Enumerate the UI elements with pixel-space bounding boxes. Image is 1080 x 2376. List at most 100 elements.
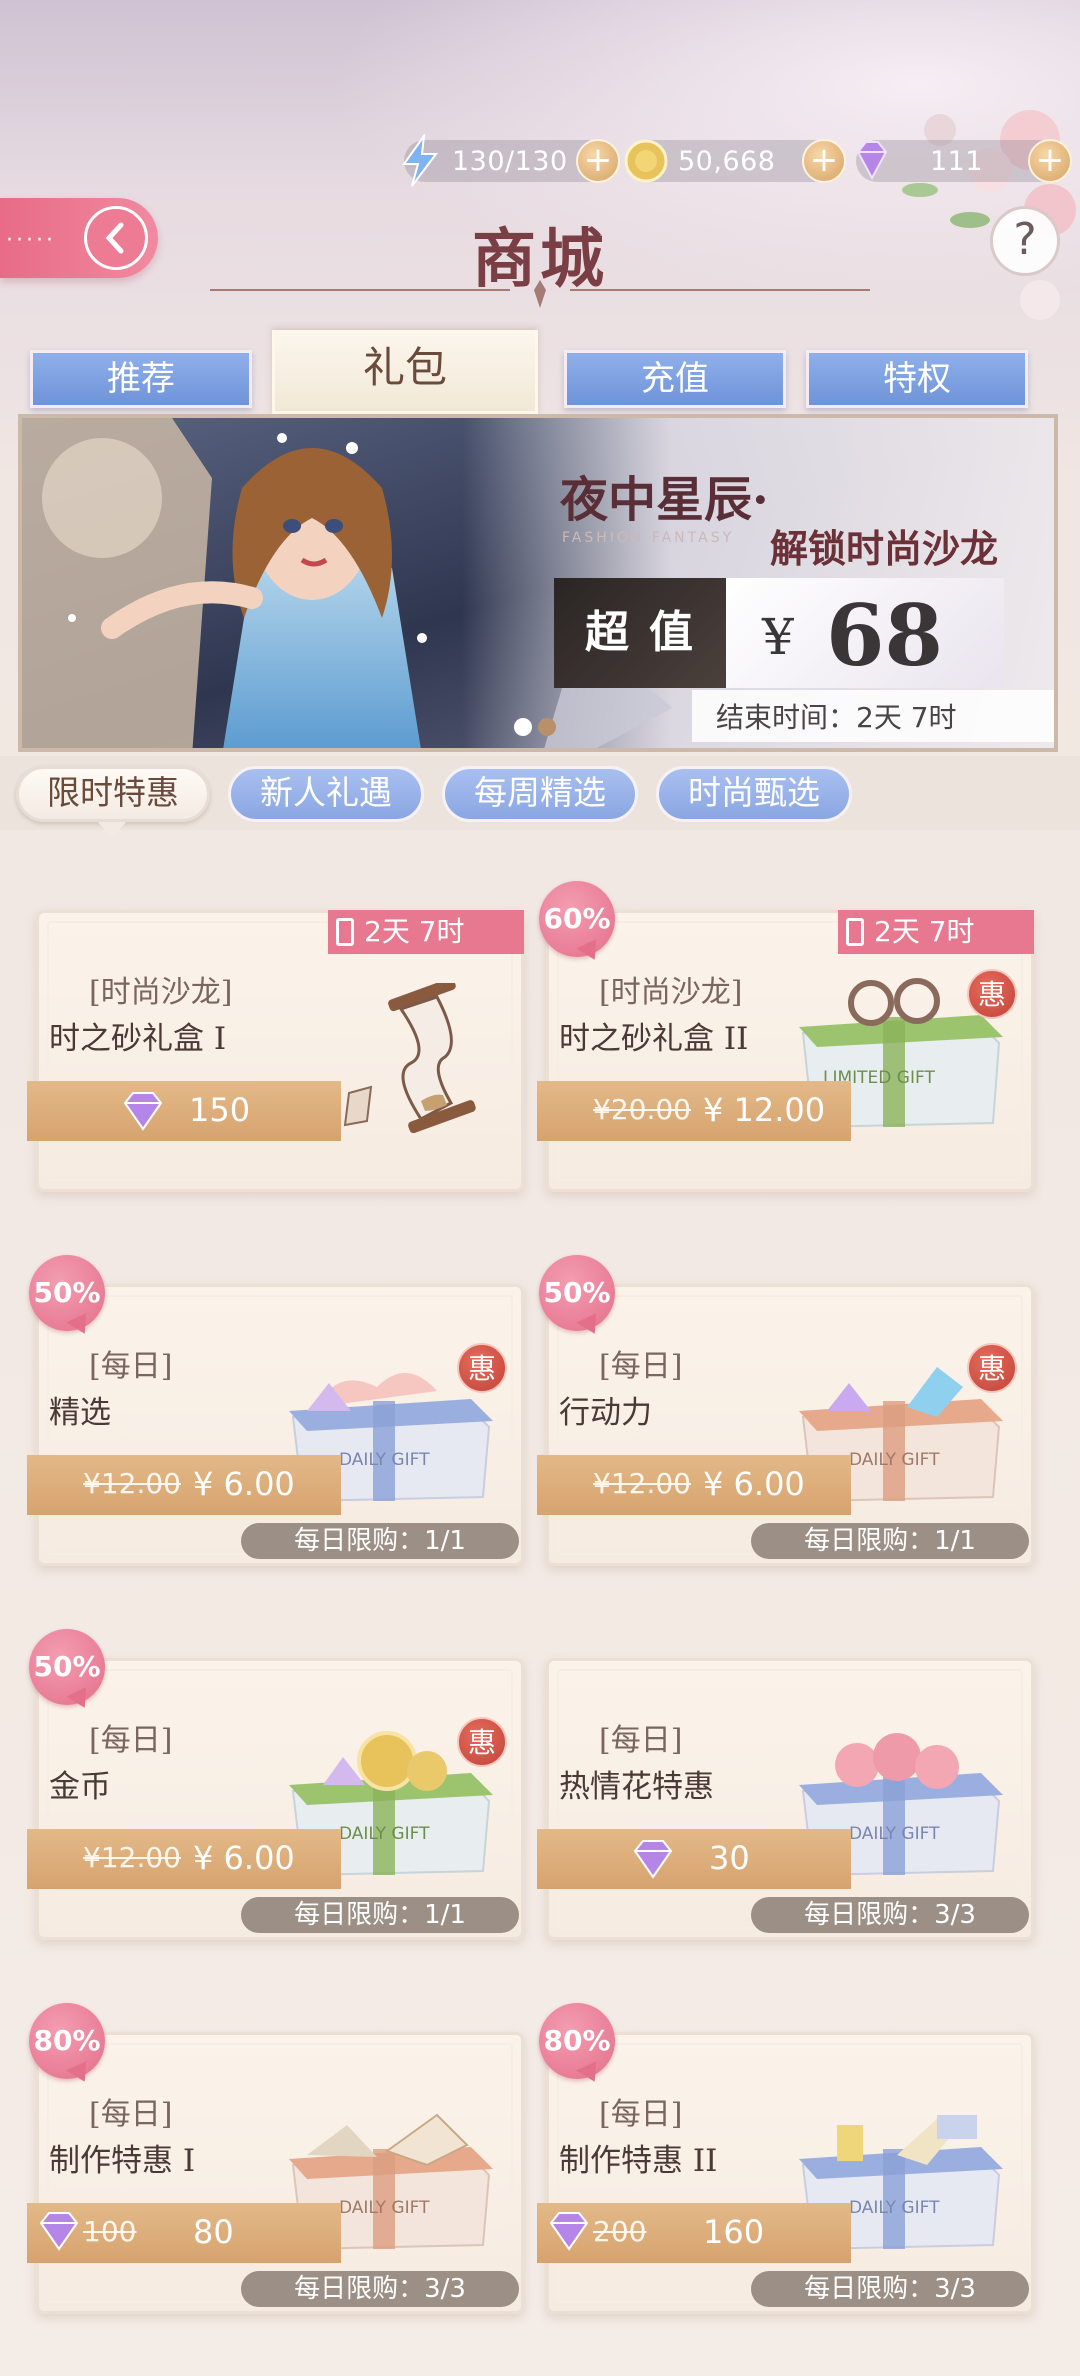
coin-value: 50,668 (678, 146, 776, 177)
lightning-icon (402, 134, 438, 187)
tab-recharge[interactable]: 充值 (564, 350, 786, 408)
gift-label: DAILY GIFT (849, 1450, 940, 1470)
purchase-limit: 每日限购：1/1 (241, 1523, 519, 1559)
card-name: 精选 (49, 1395, 111, 1431)
page-dot-active[interactable] (514, 718, 532, 736)
energy-counter: 130/130 + (402, 134, 620, 187)
buy-button[interactable]: 200 160 (537, 2203, 851, 2263)
original-price: ¥12.00 (83, 1841, 181, 1874)
diamond-value: 111 (930, 146, 984, 177)
deal-badge: 惠 (457, 1717, 507, 1767)
title-underline-decoration (210, 280, 870, 308)
gift-card[interactable]: 60% 2天 7时 [时尚沙龙] 时之砂礼盒 II LIMITED GIFT 惠… (537, 881, 1034, 1192)
gift-card[interactable]: 50% [每日] 行动力 DAILY GIFT 惠 ¥12.00 ¥ 6.00 … (537, 1255, 1034, 1566)
buy-button[interactable]: ¥20.00 ¥ 12.00 (537, 1081, 851, 1141)
subtab-limited-offer[interactable]: 限时特惠 (16, 766, 210, 822)
card-category: [时尚沙龙] (89, 975, 233, 1010)
diamond-icon (856, 141, 888, 181)
currency-symbol: ¥ (762, 608, 794, 666)
gift-label: DAILY GIFT (849, 1824, 940, 1844)
gift-label: DAILY GIFT (339, 2198, 430, 2218)
gift-card[interactable]: 2天 7时 [时尚沙龙] 时之砂礼盒 I 150 (27, 910, 524, 1192)
banner-title: 夜中星辰· (560, 472, 769, 528)
subtab-fashion-select[interactable]: 时尚甄选 (656, 766, 852, 822)
price-value: 68 (826, 586, 943, 685)
original-price: 100 (83, 2215, 137, 2248)
promo-banner[interactable]: 夜中星辰· FASHION FANTASY 解锁时尚沙龙 超值 ¥ 68 结束时… (18, 414, 1058, 752)
hourglass-small-icon (846, 918, 864, 946)
gift-card[interactable]: 80% [每日] 制作特惠 II DAILY GIFT 200 160 每日限购… (537, 2003, 1034, 2314)
purchase-limit: 每日限购：3/3 (751, 2271, 1029, 2307)
buy-button[interactable]: 30 (537, 1829, 851, 1889)
buy-button[interactable]: ¥12.00 ¥ 6.00 (537, 1455, 851, 1515)
hourglass-icon (343, 983, 476, 1134)
original-price: ¥12.00 (83, 1467, 181, 1500)
sale-price: ¥ 12.00 (703, 1091, 826, 1129)
gift-card[interactable]: 50% [每日] 精选 DAILY GIFT 惠 ¥12.00 ¥ 6.00 每… (27, 1255, 524, 1566)
gift-label: DAILY GIFT (339, 1450, 430, 1470)
buy-button[interactable]: ¥12.00 ¥ 6.00 (27, 1455, 341, 1515)
diamond-icon (633, 1840, 673, 1879)
tab-gift-pack[interactable]: 礼包 (272, 330, 538, 414)
subtab-weekly[interactable]: 每周精选 (442, 766, 638, 822)
page-dot[interactable] (538, 718, 556, 736)
sale-price: 80 (193, 2213, 234, 2251)
banner-price: ¥ 68 (726, 578, 1004, 688)
card-category: [每日] (599, 2097, 683, 2132)
card-name: 时之砂礼盒 II (559, 1021, 749, 1057)
discount-badge: 60% (539, 881, 615, 957)
discount-badge: 50% (29, 1629, 105, 1705)
diamond-icon (549, 2212, 589, 2251)
sale-price: ¥ 6.00 (193, 1465, 295, 1503)
deal-badge: 惠 (967, 969, 1017, 1019)
value-badge: 超值 (554, 578, 726, 688)
tab-recommend[interactable]: 推荐 (30, 350, 252, 408)
discount-badge: 50% (29, 1255, 105, 1331)
purchase-limit: 每日限购：3/3 (751, 1897, 1029, 1933)
card-name: 时之砂礼盒 I (49, 1021, 227, 1057)
coin-counter: 50,668 + (624, 139, 846, 183)
banner-subtitle: 解锁时尚沙龙 (770, 526, 999, 571)
original-price: 200 (593, 2215, 647, 2248)
gift-card[interactable]: [每日] 热情花特惠 DAILY GIFT 30 每日限购：3/3 (537, 1658, 1034, 1940)
card-category: [时尚沙龙] (599, 975, 743, 1010)
timer-text: 2天 7时 (874, 915, 975, 948)
card-name: 制作特惠 I (49, 2143, 196, 2179)
discount-badge: 50% (539, 1255, 615, 1331)
add-coins-button[interactable]: + (802, 139, 846, 183)
buy-button[interactable]: 100 80 (27, 2203, 341, 2263)
gift-card[interactable]: 80% [每日] 制作特惠 I DAILY GIFT 100 80 每日限购：3… (27, 2003, 524, 2314)
banner-pagination[interactable] (514, 718, 562, 740)
timer-text: 2天 7时 (364, 915, 465, 948)
card-name: 金币 (49, 1769, 111, 1805)
price-value: 30 (709, 1839, 750, 1877)
discount-badge: 80% (539, 2003, 615, 2079)
subtab-newcomer[interactable]: 新人礼遇 (228, 766, 424, 822)
add-diamonds-button[interactable]: + (1028, 139, 1072, 183)
card-name: 热情花特惠 (559, 1769, 714, 1805)
tab-privilege[interactable]: 特权 (806, 350, 1028, 408)
card-category: [每日] (599, 1723, 683, 1758)
price-value: 150 (189, 1091, 251, 1129)
card-category: [每日] (599, 1349, 683, 1384)
discount-badge: 80% (29, 2003, 105, 2079)
coin-icon (624, 139, 668, 183)
hourglass-small-icon (336, 918, 354, 946)
deal-badge: 惠 (967, 1343, 1017, 1393)
help-button[interactable]: ? (990, 206, 1060, 276)
sale-price: ¥ 6.00 (193, 1839, 295, 1877)
buy-button[interactable]: 150 (27, 1081, 341, 1141)
card-name: 行动力 (559, 1395, 652, 1431)
card-category: [每日] (89, 1723, 173, 1758)
original-price: ¥20.00 (593, 1093, 691, 1126)
add-energy-button[interactable]: + (576, 139, 620, 183)
card-category: [每日] (89, 1349, 173, 1384)
active-subtab-pointer (98, 822, 126, 838)
gift-card[interactable]: 50% [每日] 金币 DAILY GIFT 惠 ¥12.00 ¥ 6.00 每… (27, 1629, 524, 1940)
gift-label: DAILY GIFT (339, 1824, 430, 1844)
purchase-limit: 每日限购：1/1 (241, 1897, 519, 1933)
diamond-icon (123, 1092, 163, 1131)
banner-watermark: FASHION FANTASY (562, 530, 735, 546)
buy-button[interactable]: ¥12.00 ¥ 6.00 (27, 1829, 341, 1889)
purchase-limit: 每日限购：3/3 (241, 2271, 519, 2307)
